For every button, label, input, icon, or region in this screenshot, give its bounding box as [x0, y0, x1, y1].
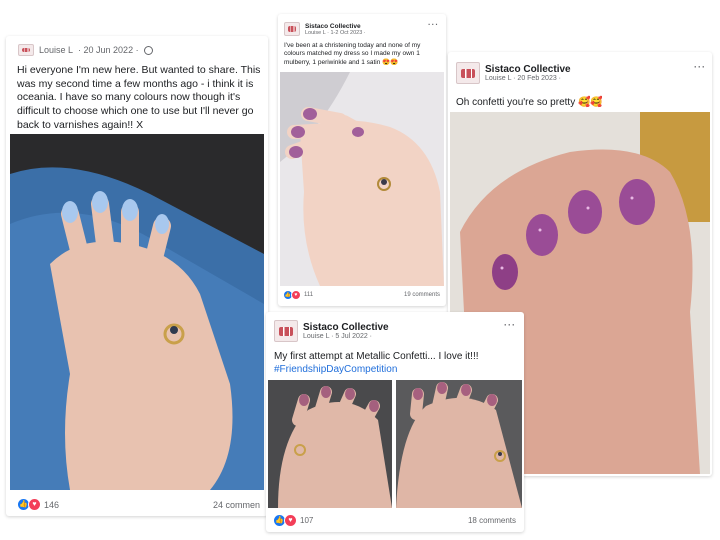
reactions[interactable]: 👍 ♥ 111 — [284, 290, 313, 300]
more-options-icon[interactable]: ··· — [504, 320, 516, 330]
post-header: Louise L · 20 Jun 2022 · — [18, 44, 153, 56]
post-text: My first attempt at Metallic Confetti...… — [274, 350, 518, 376]
comment-count[interactable]: 19 comments — [404, 292, 440, 298]
post-header: Sistaco Collective Louise L · 20 Feb 202… — [456, 62, 571, 84]
post-text: Oh confetti you're so pretty 🥰🥰 — [456, 97, 603, 108]
page-logo-icon — [21, 47, 31, 53]
comment-count[interactable]: 24 commen — [213, 500, 260, 510]
post-photo-right[interactable] — [396, 380, 522, 508]
hand-mulberry-nails-image — [280, 72, 444, 286]
post-photo[interactable] — [10, 134, 264, 490]
post-header: Sistaco Collective Louise L · 1-2 Oct 20… — [284, 22, 366, 36]
reactions[interactable]: 👍 ♥ 107 — [274, 514, 313, 527]
page-name[interactable]: Sistaco Collective — [305, 23, 366, 30]
avatar[interactable] — [274, 320, 298, 342]
love-reaction-icon: ♥ — [291, 290, 301, 300]
hand-metallic-nails-image-1 — [268, 380, 392, 508]
post-author-date[interactable]: Louise L · 5 Jul 2022 · — [303, 333, 389, 340]
avatar[interactable] — [18, 44, 34, 56]
comment-count[interactable]: 18 comments — [468, 516, 516, 525]
love-reaction-icon: ♥ — [284, 514, 297, 527]
reaction-count: 111 — [304, 292, 314, 298]
hashtag-link[interactable]: #FriendshipDayCompetition — [274, 363, 518, 376]
post-footer: 👍 ♥ 111 19 comments — [284, 290, 440, 300]
hand-metallic-nails-image-2 — [396, 380, 522, 508]
post-photo-left[interactable] — [268, 380, 392, 508]
page-logo-icon — [461, 68, 475, 78]
post-footer: 👍 ♥ 146 24 commen — [18, 498, 260, 511]
post-text: Hi everyone I'm new here. But wanted to … — [17, 64, 261, 131]
post-card-4: Sistaco Collective Louise L · 5 Jul 2022… — [266, 312, 524, 532]
more-options-icon[interactable]: ··· — [694, 62, 706, 72]
globe-icon — [143, 45, 153, 55]
post-photo[interactable] — [280, 72, 444, 286]
page-logo-icon — [279, 326, 293, 336]
avatar[interactable] — [284, 22, 300, 36]
reaction-count: 146 — [44, 499, 60, 510]
post-author-date[interactable]: Louise L · 20 Feb 2023 · — [485, 75, 571, 82]
reactions[interactable]: 👍 ♥ 146 — [18, 498, 59, 511]
hand-blue-nails-image — [10, 134, 264, 490]
post-card-1: Louise L · 20 Jun 2022 · Hi everyone I'm… — [6, 36, 268, 516]
post-text: I've been at a christening today and non… — [284, 42, 421, 66]
avatar[interactable] — [456, 62, 480, 84]
page-name[interactable]: Sistaco Collective — [303, 322, 389, 333]
post-author-date[interactable]: Louise L · 1-2 Oct 2023 · — [305, 30, 366, 36]
page-name[interactable]: Sistaco Collective — [485, 64, 571, 75]
post-text-line: My first attempt at Metallic Confetti...… — [274, 351, 479, 362]
post-header: Sistaco Collective Louise L · 5 Jul 2022… — [274, 320, 389, 342]
post-card-2: Sistaco Collective Louise L · 1-2 Oct 20… — [278, 14, 446, 306]
page-logo-icon — [287, 26, 297, 32]
post-footer: 👍 ♥ 107 18 comments — [274, 514, 516, 527]
love-reaction-icon: ♥ — [28, 498, 41, 511]
author-name[interactable]: Louise L — [39, 45, 73, 55]
post-date[interactable]: · 20 Jun 2022 · — [78, 45, 139, 55]
more-options-icon[interactable]: ··· — [428, 20, 439, 29]
reaction-count: 107 — [300, 516, 314, 525]
